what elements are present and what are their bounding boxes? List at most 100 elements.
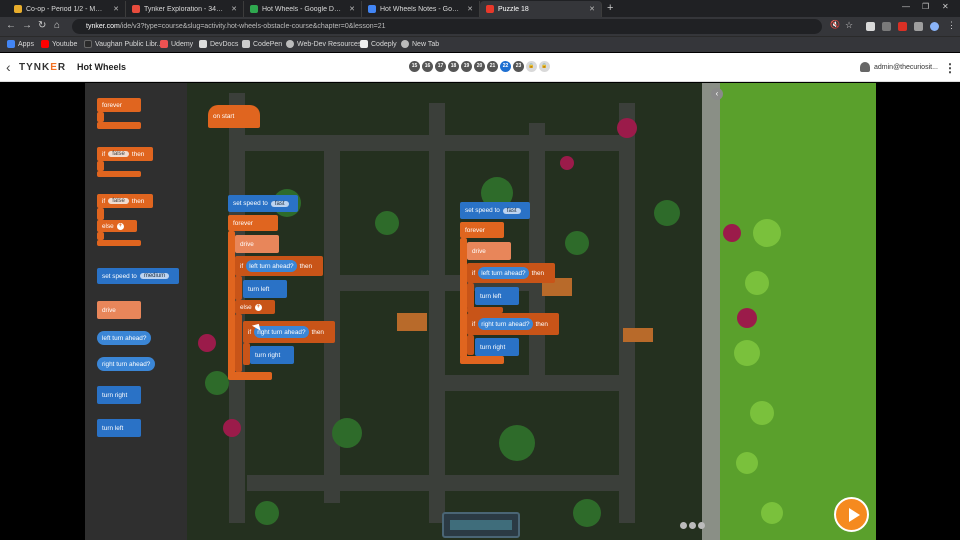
palette-set-speed-block[interactable]: set speed to medium [97,268,179,284]
bookmark-devdocs[interactable]: DevDocs [199,40,238,48]
zoom-controls [680,522,705,529]
palette-right-turn-ahead-block[interactable]: right turn ahead? [97,357,155,371]
browser-toolbar: ← → ↻ ⌂ tynker.com/ide/v3?type=course&sl… [0,17,960,36]
browser-tab-bar: Co-op - Period 1/2 - Ms. Curatolo ✕ Tynk… [0,0,960,17]
close-icon[interactable]: ✕ [349,5,355,13]
drive-block[interactable]: drive [235,235,279,253]
forever-block[interactable]: forever [228,215,278,231]
close-window-icon[interactable]: ✕ [942,2,949,11]
tab-coop[interactable]: Co-op - Period 1/2 - Ms. Curatolo ✕ [8,1,126,17]
collapse-panel-icon[interactable]: ‹ [711,88,723,100]
lesson-20[interactable]: 20 [474,61,485,72]
lesson-19[interactable]: 19 [461,61,472,72]
palette-turn-right-block[interactable]: turn right [97,386,141,404]
lesson-21[interactable]: 21 [487,61,498,72]
bookmark-vaughan-library[interactable]: Vaughan Public Libr... [84,40,163,48]
if-right-turn-block-2[interactable]: if right turn ahead? then [467,313,559,335]
lesson-23[interactable]: 23 [513,61,524,72]
user-menu[interactable]: admin@thecuriosit... [860,62,938,72]
if-left-turn-block[interactable]: if left turn ahead? then [235,256,323,276]
youtube-icon [41,40,49,48]
play-button[interactable] [834,497,869,532]
profile-avatar[interactable] [930,22,939,31]
zoom-reset-icon[interactable] [689,522,696,529]
close-icon[interactable]: ✕ [589,5,595,13]
turn-left-block[interactable]: turn left [243,280,287,298]
lesson-22-current[interactable]: 22 [500,61,511,72]
set-speed-block-2[interactable]: set speed to fast [460,202,530,219]
codeply-icon [360,40,368,48]
bookmark-webdev-resources[interactable]: Web-Dev Resources [286,40,361,48]
bookmark-codepen[interactable]: CodePen [242,40,282,48]
page-title: Hot Wheels [77,62,127,72]
screen: Co-op - Period 1/2 - Ms. Curatolo ✕ Tynk… [0,0,960,540]
on-start-block[interactable]: on start [208,105,260,128]
tab-google-docs[interactable]: Hot Wheels Notes - Google Docs ✕ [362,1,480,17]
if-left-turn-block-2[interactable]: if left turn ahead? then [467,263,555,283]
set-speed-block[interactable]: set speed to fast [228,195,298,212]
forward-icon[interactable]: → [22,20,32,31]
bookmark-udemy[interactable]: Udemy [160,40,193,48]
close-icon[interactable]: ✕ [113,5,119,13]
drive-block-2[interactable]: drive [467,242,511,260]
turn-right-block-2[interactable]: turn right [475,338,519,356]
apps-grid-icon [7,40,15,48]
bookmark-new-tab[interactable]: New Tab [401,40,439,48]
forever-block-2[interactable]: forever [460,222,504,238]
zoom-in-icon[interactable] [698,522,705,529]
lesson-18[interactable]: 18 [448,61,459,72]
bookmark-youtube[interactable]: Youtube [41,40,77,48]
tab-google-drive[interactable]: Hot Wheels - Google Drive ✕ [244,1,362,17]
site-permission-icon[interactable]: 🔇 [830,20,840,29]
lesson-17[interactable]: 17 [435,61,446,72]
more-options-icon[interactable]: ⋮ [944,61,956,75]
zoom-out-icon[interactable] [680,522,687,529]
game-stage[interactable]: ‹ [187,83,876,540]
back-icon[interactable]: ← [6,20,16,31]
new-tab-icon[interactable]: + [607,2,613,14]
lock-icon: 🔒 [539,61,550,72]
extension-icon[interactable] [866,22,875,31]
back-arrow-icon[interactable]: ‹ [6,59,11,75]
minimize-icon[interactable]: — [902,2,910,11]
extension-icon[interactable] [882,22,891,31]
bookmark-codeply[interactable]: Codeply [360,40,397,48]
user-icon [860,62,870,72]
palette-turn-left-block[interactable]: turn left [97,419,141,437]
bookmark-star-icon[interactable]: ☆ [845,20,853,31]
reload-icon[interactable]: ↻ [38,20,46,31]
maximize-icon[interactable]: ❐ [922,2,929,11]
browser-menu-icon[interactable]: ⋮ [947,20,956,31]
lesson-15[interactable]: 15 [409,61,420,72]
tynker-logo[interactable]: TYNKER [19,62,66,73]
globe-icon [401,40,409,48]
gmail-favicon-icon [132,5,140,13]
palette-if-then-block[interactable]: if false then [97,147,153,161]
extension-icon[interactable] [898,22,907,31]
drive-favicon-icon [250,5,258,13]
turn-left-block-2[interactable]: turn left [475,287,519,305]
lesson-navigator: 15 16 17 18 19 20 21 22 23 🔒 🔒 [409,61,550,72]
palette-forever-block[interactable]: forever [97,98,141,112]
close-icon[interactable]: ✕ [231,5,237,13]
turn-right-block[interactable]: turn right [250,346,294,364]
library-icon [84,40,92,48]
extensions-puzzle-icon[interactable] [914,22,923,31]
palette-drive-block[interactable]: drive [97,301,141,319]
add-icon[interactable]: + [116,222,124,230]
palette-left-turn-ahead-block[interactable]: left turn ahead? [97,331,151,345]
add-icon[interactable]: + [254,303,262,311]
bookmark-apps[interactable]: Apps [7,40,34,48]
tab-puzzle-18[interactable]: Puzzle 18 ✕ [480,1,602,17]
palette-if-else-block[interactable]: if false then [97,194,153,208]
else-block[interactable]: else + [235,300,275,314]
lesson-16[interactable]: 16 [422,61,433,72]
address-bar[interactable]: tynker.com/ide/v3?type=course&slug=activ… [72,19,822,34]
tab-tynker-exploration[interactable]: Tynker Exploration - 3485670178... ✕ [126,1,244,17]
close-icon[interactable]: ✕ [467,5,473,13]
bookmarks-bar: Apps Youtube Vaughan Public Libr... Udem… [0,36,960,52]
home-icon[interactable]: ⌂ [54,20,60,31]
classroom-favicon-icon [14,5,22,13]
car-dashboard [442,512,520,538]
lock-icon: 🔒 [526,61,537,72]
